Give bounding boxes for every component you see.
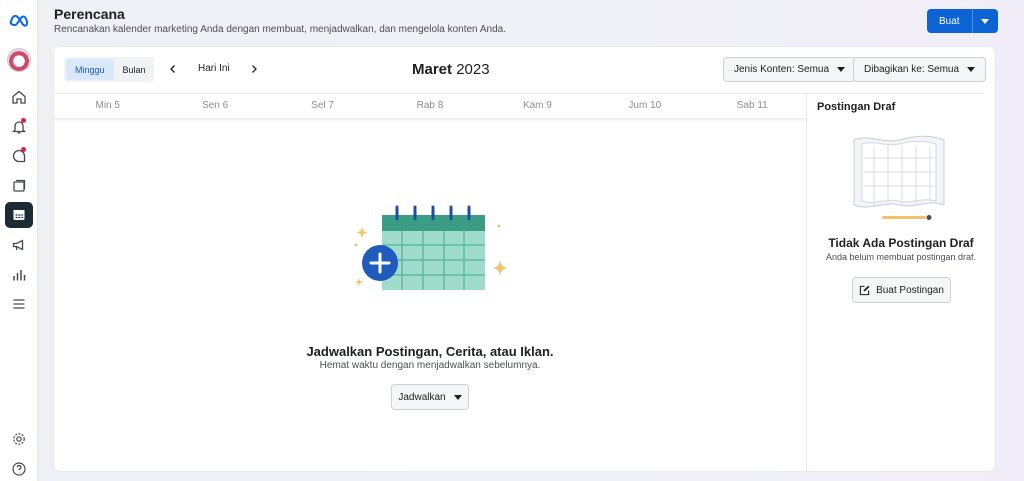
shared-to-filter-label: Dibagikan ke: Semua — [864, 64, 960, 75]
settings-icon[interactable] — [5, 426, 33, 452]
tab-month[interactable]: Bulan — [114, 59, 155, 80]
schedule-button[interactable]: Jadwalkan — [391, 384, 469, 410]
chevron-down-icon — [981, 18, 990, 24]
home-icon[interactable] — [5, 84, 33, 110]
avatar[interactable] — [7, 48, 31, 72]
day-header: Rab 8 — [416, 100, 444, 111]
planner-icon[interactable] — [5, 202, 33, 228]
messages-icon[interactable] — [5, 143, 33, 169]
empty-state-title: Jadwalkan Postingan, Cerita, atau Iklan. — [306, 344, 554, 359]
planner-card: Minggu Bulan Hari Ini Maret 2023 Jenis K… — [54, 47, 995, 471]
chevron-down-icon — [837, 67, 846, 72]
next-week-icon[interactable] — [248, 63, 260, 75]
drafts-empty-subtitle: Anda belum membuat postingan draf. — [825, 252, 977, 262]
calendar-illustration — [354, 205, 507, 290]
year: 2023 — [456, 61, 490, 78]
divider — [54, 118, 806, 122]
edit-icon — [859, 285, 870, 295]
day-header: Kam 9 — [522, 100, 552, 111]
day-header: Sab 11 — [736, 100, 768, 111]
insights-icon[interactable] — [5, 262, 33, 288]
create-post-label: Buat Postingan — [876, 284, 944, 296]
schedule-button-label: Jadwalkan — [398, 391, 446, 403]
content-icon[interactable] — [5, 173, 33, 199]
divider — [806, 94, 807, 471]
day-header: Sel 7 — [311, 100, 334, 111]
notification-dot — [21, 118, 26, 123]
help-icon[interactable] — [5, 456, 33, 481]
day-header: Min 5 — [95, 100, 120, 111]
day-header: Jum 10 — [628, 100, 662, 111]
ads-icon[interactable] — [5, 232, 33, 258]
create-button-group: Buat — [927, 9, 998, 33]
tab-week[interactable]: Minggu — [66, 59, 114, 80]
page-title: Perencana — [54, 6, 125, 22]
create-post-button[interactable]: Buat Postingan — [852, 277, 951, 303]
create-dropdown-button[interactable] — [971, 9, 998, 33]
menu-icon[interactable] — [5, 291, 33, 317]
today-button[interactable]: Hari Ini — [198, 63, 230, 74]
view-toggle: Minggu Bulan — [64, 57, 154, 82]
current-month-label: Maret 2023 — [412, 61, 490, 78]
notification-dot — [21, 147, 26, 152]
create-button[interactable]: Buat — [927, 9, 972, 33]
day-header: Sen 6 — [202, 100, 229, 111]
month-name: Maret — [412, 61, 453, 78]
drafts-heading: Postingan Draf — [817, 101, 896, 113]
shared-to-filter[interactable]: Dibagikan ke: Semua — [853, 57, 987, 82]
previous-week-icon[interactable] — [167, 63, 179, 75]
draft-illustration — [853, 135, 945, 220]
day-header-row: Min 5 Sen 6 Sel 7 Rab 8 Kam 9 Jum 10 Sab… — [54, 94, 806, 118]
empty-state-subtitle: Hemat waktu dengan menjadwalkan sebelumn… — [319, 360, 541, 371]
meta-logo-icon[interactable] — [5, 7, 33, 33]
chevron-down-icon — [967, 67, 976, 72]
drafts-empty-title: Tidak Ada Postingan Draf — [828, 236, 974, 250]
content-type-filter[interactable]: Jenis Konten: Semua — [723, 57, 857, 82]
notifications-icon[interactable] — [5, 114, 33, 140]
chevron-down-icon — [453, 394, 462, 400]
page-subtitle: Rencanakan kalender marketing Anda denga… — [54, 24, 506, 35]
content-type-filter-label: Jenis Konten: Semua — [734, 64, 830, 75]
left-navigation-rail — [0, 0, 38, 481]
